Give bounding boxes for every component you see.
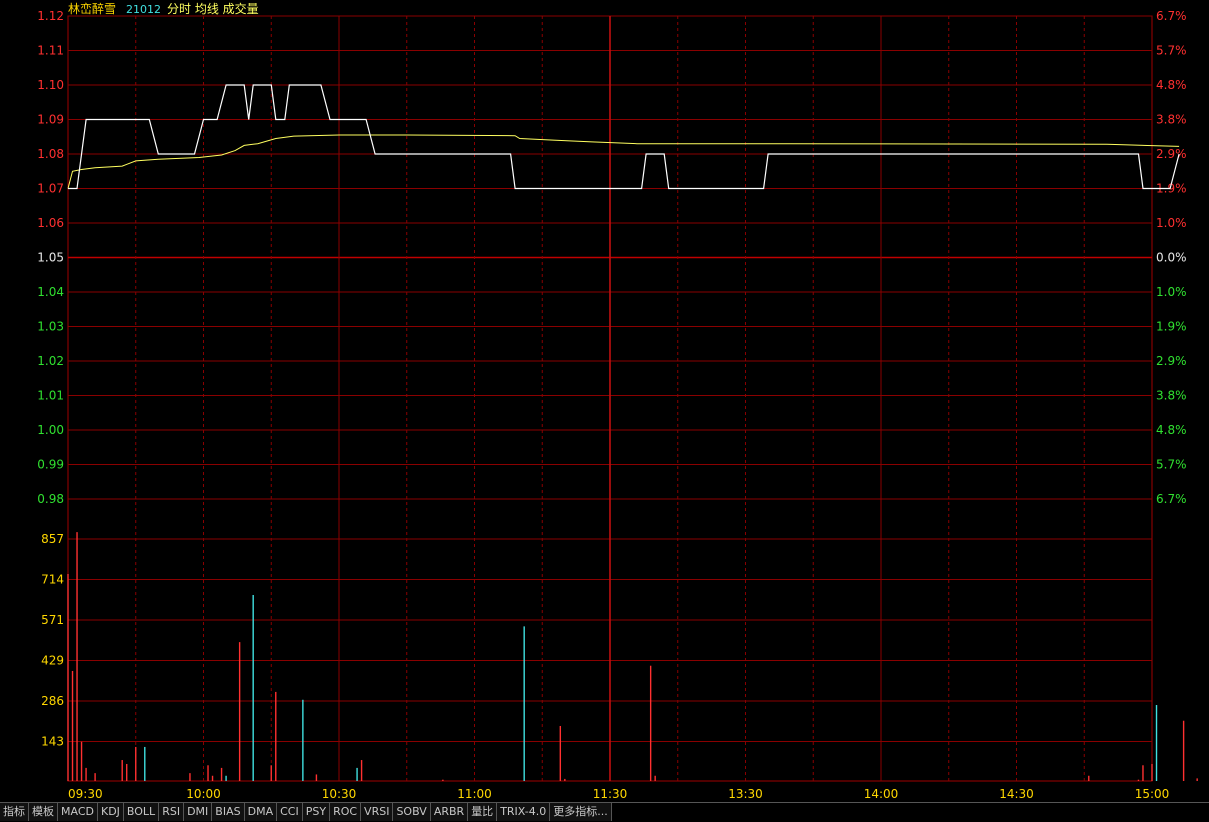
indicator-labels: 分时 均线 成交量 xyxy=(167,1,259,16)
price-tick-label: 1.00 xyxy=(37,423,64,437)
price-tick-label: 1.05 xyxy=(37,251,64,265)
time-tick-label: 11:30 xyxy=(593,787,628,801)
price-tick-label: 0.98 xyxy=(37,492,64,506)
percent-tick-label: 2.9% xyxy=(1156,147,1187,161)
volume-tick-label: 714 xyxy=(41,573,64,587)
price-tick-label: 1.07 xyxy=(37,182,64,196)
percent-tick-label: 3.8% xyxy=(1156,389,1187,403)
percent-tick-label: 4.8% xyxy=(1156,78,1187,92)
time-tick-label: 09:30 xyxy=(68,787,103,801)
price-tick-label: 1.01 xyxy=(37,389,64,403)
volume-tick-label: 571 xyxy=(41,613,64,627)
indicator-tab-9[interactable]: CCI xyxy=(277,803,303,821)
stock-name: 林峦醉雪 xyxy=(68,1,116,16)
indicator-tab-5[interactable]: RSI xyxy=(159,803,185,821)
percent-tick-label: 1.9% xyxy=(1156,320,1187,334)
price-tick-label: 1.12 xyxy=(37,9,64,23)
percent-tick-label: 1.0% xyxy=(1156,216,1187,230)
indicator-tab-7[interactable]: BIAS xyxy=(212,803,245,821)
price-tick-label: 1.03 xyxy=(37,320,64,334)
time-tick-label: 13:30 xyxy=(728,787,763,801)
indicator-tab-10[interactable]: PSY xyxy=(302,803,331,821)
price-axis-labels: 1.12 1.11 1.10 1.09 1.08 1.07 1.06 1.05 1.04 1.03… xyxy=(37,9,64,506)
indicator-tab-4[interactable]: BOLL xyxy=(123,803,160,821)
volume-bars xyxy=(67,532,1198,781)
percent-tick-label: 0.0% xyxy=(1156,251,1187,265)
price-tick-label: 1.11 xyxy=(37,44,64,58)
percent-tick-label: 4.8% xyxy=(1156,423,1187,437)
intraday-chart[interactable]: 1.12 1.11 1.10 1.09 1.08 1.07 1.06 1.05 1.04 1.03… xyxy=(0,0,1209,802)
percent-tick-label: 6.7% xyxy=(1156,9,1187,23)
time-tick-label: 11:00 xyxy=(457,787,492,801)
time-tick-label: 10:00 xyxy=(186,787,221,801)
price-tick-label: 1.02 xyxy=(37,354,64,368)
indicator-tab-0[interactable]: 指标 xyxy=(0,803,29,821)
price-tick-label: 1.04 xyxy=(37,285,64,299)
time-axis-labels: 09:30 10:00 10:30 11:00 11:30 13:30 14:00 14:30… xyxy=(68,787,1169,801)
indicator-tab-13[interactable]: SOBV xyxy=(393,803,431,821)
indicator-tab-16[interactable]: TRIX-4.0 xyxy=(497,803,551,821)
volume-tick-label: 429 xyxy=(41,654,64,668)
percent-tick-label: 2.9% xyxy=(1156,354,1187,368)
price-tick-label: 1.08 xyxy=(37,147,64,161)
indicator-tab-3[interactable]: KDJ xyxy=(97,803,124,821)
average-price-line xyxy=(67,134,1180,189)
indicator-tab-12[interactable]: VRSI xyxy=(361,803,394,821)
indicator-tab-1[interactable]: 模板 xyxy=(29,803,58,821)
indicator-tab-2[interactable]: MACD xyxy=(58,803,98,821)
time-tick-label: 14:30 xyxy=(999,787,1034,801)
percent-axis-labels: 6.7%5.7%4.8%3.8%2.9%1.9%1.0%0.0%1.0%1.9%… xyxy=(1156,9,1187,506)
volume-tick-label: 143 xyxy=(41,735,64,749)
indicator-tab-8[interactable]: DMA xyxy=(244,803,278,821)
price-tick-label: 1.10 xyxy=(37,78,64,92)
price-tick-label: 1.09 xyxy=(37,113,64,127)
indicator-tab-14[interactable]: ARBR xyxy=(430,803,469,821)
percent-tick-label: 6.7% xyxy=(1156,492,1187,506)
price-tick-label: 1.06 xyxy=(37,216,64,230)
chart-grid xyxy=(67,15,1153,782)
percent-tick-label: 1.0% xyxy=(1156,285,1187,299)
indicator-tab-6[interactable]: DMI xyxy=(184,803,213,821)
indicator-tab-15[interactable]: 量比 xyxy=(468,803,498,821)
volume-axis-labels: 857 714 571 429 286 143 xyxy=(41,532,64,749)
indicator-tab-bar: 指标 模板 MACD KDJ BOLL RSI DMI BIAS DMA CCI PSY ROC VRS… xyxy=(0,802,1209,822)
indicator-tab-17[interactable]: 更多指标... xyxy=(550,803,612,821)
stock-code: 21012 xyxy=(126,3,161,16)
percent-tick-label: 3.8% xyxy=(1156,113,1187,127)
price-line xyxy=(68,84,1180,190)
volume-tick-label: 286 xyxy=(41,694,64,708)
percent-tick-label: 5.7% xyxy=(1156,458,1187,472)
indicator-tab-11[interactable]: ROC xyxy=(330,803,362,821)
time-tick-label: 15:00 xyxy=(1135,787,1170,801)
time-tick-label: 14:00 xyxy=(864,787,899,801)
percent-tick-label: 5.7% xyxy=(1156,44,1187,58)
volume-tick-label: 857 xyxy=(41,532,64,546)
price-tick-label: 0.99 xyxy=(37,458,64,472)
time-tick-label: 10:30 xyxy=(322,787,357,801)
